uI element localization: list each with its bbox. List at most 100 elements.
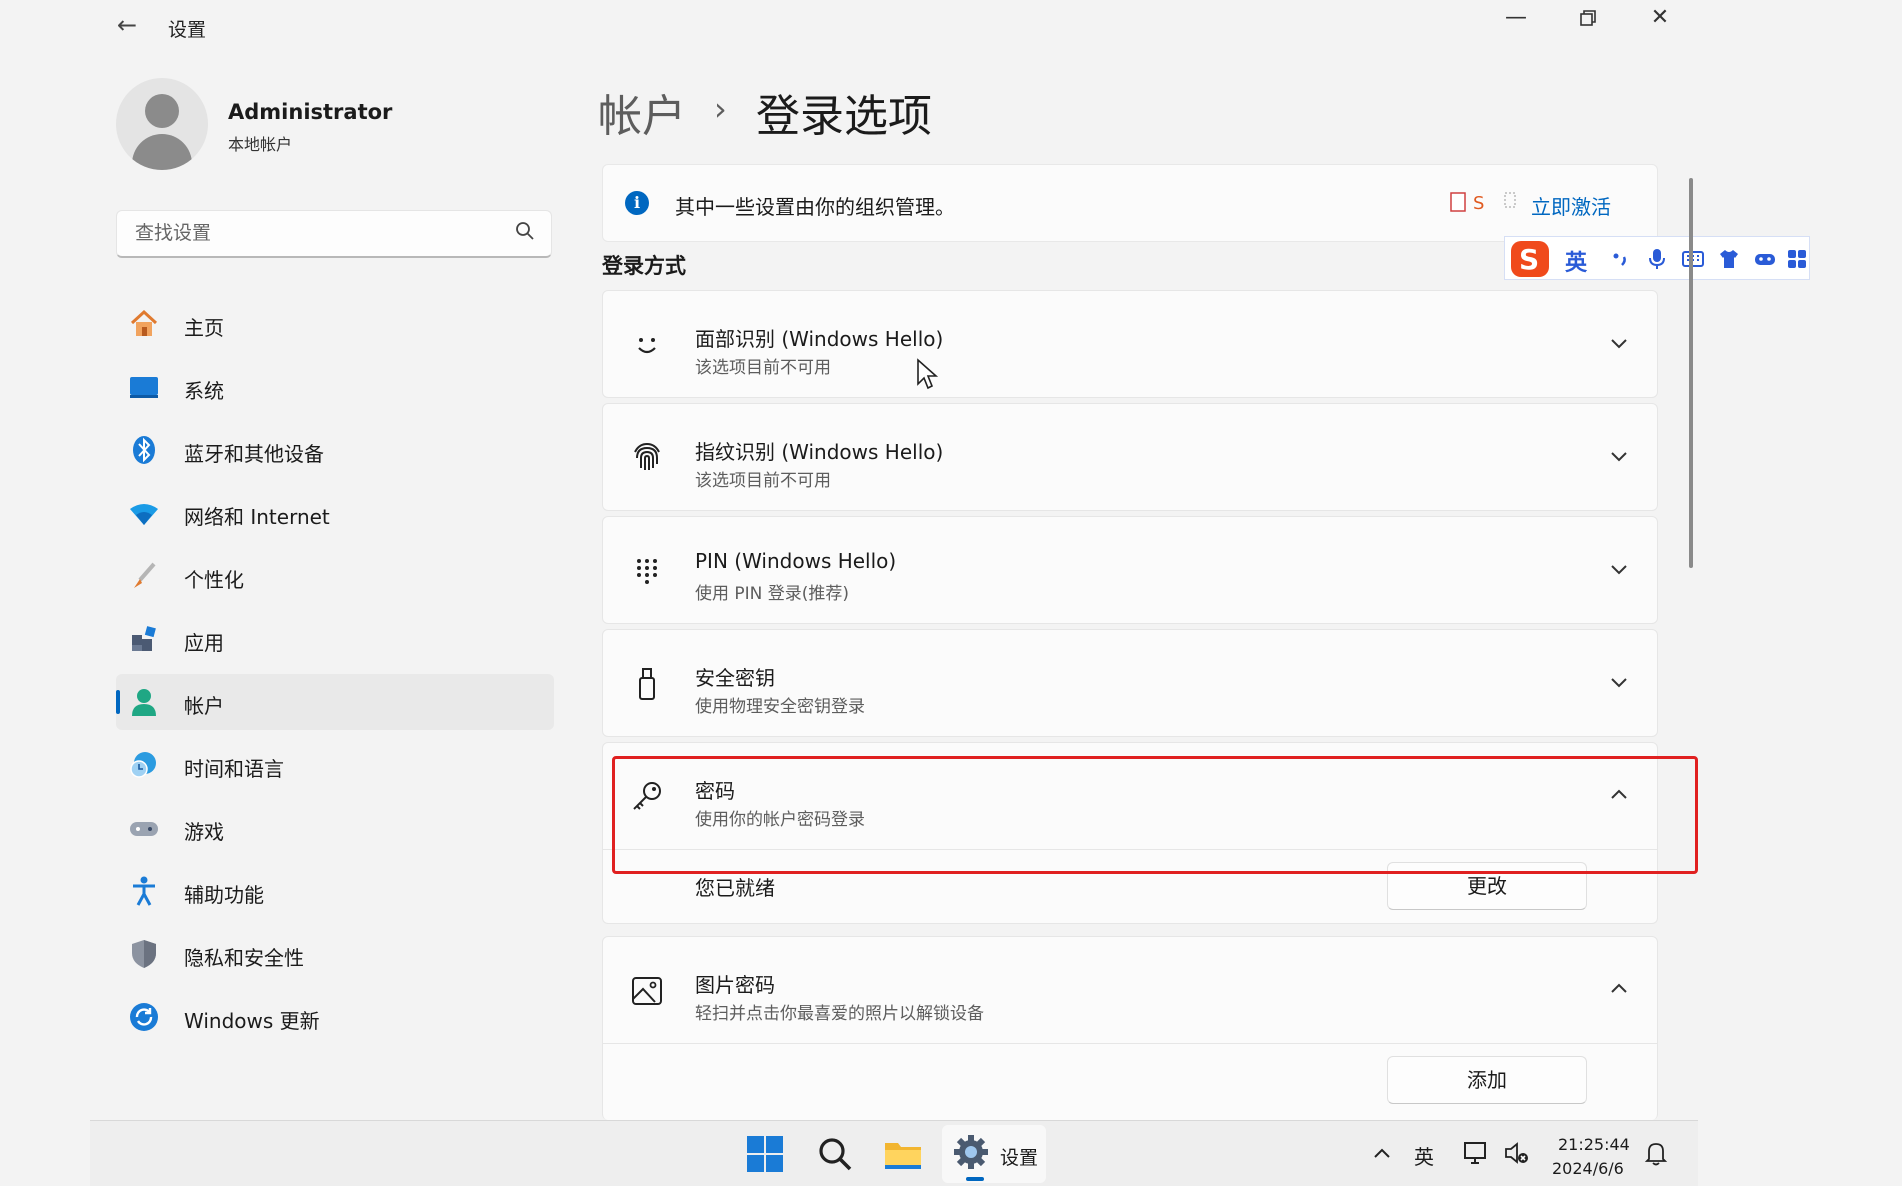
sidebar-item-label: 个性化 (184, 568, 244, 592)
sidebar-item-bluetooth[interactable]: 蓝牙和其他设备 (116, 422, 554, 478)
sidebar-item-label: 帐户 (184, 694, 224, 718)
picture-password-card[interactable]: 图片密码 轻扫并点击你最喜爱的照片以解锁设备 (602, 936, 1658, 1044)
chevron-down-icon[interactable] (1607, 444, 1631, 468)
taskbar-settings-app[interactable]: 设置 (942, 1125, 1046, 1183)
search-icon[interactable] (814, 1133, 856, 1175)
brush-icon (134, 562, 156, 588)
home-icon (130, 309, 158, 336)
punctuation-icon[interactable] (1609, 247, 1633, 271)
option-subtitle: 轻扫并点击你最喜爱的照片以解锁设备 (695, 1004, 984, 1024)
option-title: 安全密钥 (695, 666, 775, 690)
settings-gear-icon (954, 1135, 988, 1169)
sidebar-item-system[interactable]: 系统 (116, 359, 554, 415)
sidebar-item-gaming[interactable]: 游戏 (116, 800, 554, 856)
clock-date[interactable]: 2024/6/6 (1552, 1159, 1624, 1178)
sidebar-item-accounts[interactable]: 帐户 (116, 674, 554, 730)
sidebar-item-label: Windows 更新 (184, 1009, 320, 1033)
breadcrumb-separator: › (714, 90, 727, 128)
page-title: 登录选项 (756, 91, 932, 142)
chevron-down-icon[interactable] (1607, 331, 1631, 355)
app-title: 设置 (168, 19, 207, 41)
system-icon (130, 377, 158, 398)
chevron-up-icon[interactable] (1607, 977, 1631, 1001)
sogou-logo-icon[interactable]: S (1509, 239, 1551, 279)
game-controller-icon[interactable] (1753, 247, 1777, 271)
highlight-box (612, 756, 1698, 874)
shield-icon (132, 940, 156, 968)
sidebar-item-apps[interactable]: 应用 (116, 611, 554, 667)
avatar[interactable] (116, 78, 208, 170)
security-key-card[interactable]: 安全密钥 使用物理安全密钥登录 (602, 629, 1658, 737)
windows-start-icon[interactable] (744, 1133, 786, 1175)
chevron-down-icon[interactable] (1607, 557, 1631, 581)
sidebar-item-label: 游戏 (184, 820, 224, 844)
option-subtitle: 使用物理安全密钥登录 (695, 697, 865, 717)
usb-key-icon (639, 668, 655, 700)
sidebar-item-windows-update[interactable]: Windows 更新 (116, 989, 554, 1045)
info-text: 其中一些设置由你的组织管理。 (675, 195, 955, 219)
ime-language-toggle[interactable]: 英 (1565, 245, 1587, 277)
speaker-muted-icon[interactable] (1502, 1139, 1530, 1167)
microphone-icon[interactable] (1645, 247, 1669, 271)
restore-icon (1580, 10, 1596, 26)
option-title: 图片密码 (695, 973, 775, 997)
notification-bell-icon[interactable] (1642, 1139, 1670, 1167)
face-icon (638, 338, 656, 354)
activate-link[interactable]: 立即激活 (1531, 191, 1611, 220)
password-status-label: 您已就绪 (695, 876, 775, 900)
sidebar-item-label: 时间和语言 (184, 757, 284, 781)
network-monitor-icon[interactable] (1462, 1139, 1490, 1167)
sidebar-item-label: 隐私和安全性 (184, 946, 304, 970)
search-icon[interactable] (515, 221, 535, 243)
wifi-icon (130, 504, 158, 525)
option-title: PIN (Windows Hello) (695, 549, 897, 573)
sidebar-item-time-language[interactable]: 时间和语言 (116, 737, 554, 793)
ime-toolbar[interactable]: S 英 (1504, 236, 1810, 280)
skin-shirt-icon[interactable] (1717, 247, 1741, 271)
sidebar-item-label: 蓝牙和其他设备 (184, 442, 324, 466)
minimize-button[interactable]: — (1498, 4, 1534, 32)
chevron-up-icon[interactable] (1370, 1141, 1394, 1165)
search-input[interactable] (133, 221, 497, 245)
toolbox-grid-icon[interactable] (1785, 247, 1809, 271)
account-type: 本地帐户 (228, 135, 293, 154)
fingerprint-card[interactable]: 指纹识别 (Windows Hello) 该选项目前不可用 (602, 403, 1658, 511)
sidebar-item-accessibility[interactable]: 辅助功能 (116, 863, 554, 919)
scrollbar[interactable] (1689, 178, 1693, 568)
accessibility-icon (133, 876, 155, 906)
search-box[interactable] (116, 210, 552, 258)
input-language-indicator[interactable]: 英 (1414, 1141, 1434, 1170)
user-name: Administrator (228, 100, 393, 124)
add-picture-password-button[interactable]: 添加 (1387, 1056, 1587, 1104)
section-title: 登录方式 (602, 254, 686, 278)
option-subtitle: 使用 PIN 登录(推荐) (695, 584, 850, 604)
keyboard-icon[interactable] (1681, 247, 1705, 271)
info-icon: i (625, 191, 649, 215)
sidebar-item-privacy[interactable]: 隐私和安全性 (116, 926, 554, 982)
taskbar-settings-label: 设置 (1000, 1147, 1039, 1169)
option-title: 面部识别 (Windows Hello) (695, 327, 944, 351)
sidebar-item-home[interactable]: 主页 (116, 296, 554, 352)
running-indicator (966, 1177, 984, 1181)
sidebar-item-personalization[interactable]: 个性化 (116, 548, 554, 604)
apps-icon (132, 626, 156, 651)
managed-info-bar: i 其中一些设置由你的组织管理。 S 立即激活 (602, 164, 1658, 242)
sidebar-item-label: 辅助功能 (184, 883, 264, 907)
close-button[interactable]: ✕ (1642, 4, 1678, 32)
sidebar-item-network[interactable]: 网络和 Internet (116, 485, 554, 541)
breadcrumb-parent[interactable]: 帐户 (598, 80, 686, 144)
sidebar-item-label: 网络和 Internet (184, 505, 330, 529)
face-recognition-card[interactable]: 面部识别 (Windows Hello) 该选项目前不可用 (602, 290, 1658, 398)
file-explorer-icon[interactable] (882, 1133, 924, 1175)
restore-button[interactable] (1570, 4, 1606, 32)
pin-card[interactable]: PIN (Windows Hello) 使用 PIN 登录(推荐) (602, 516, 1658, 624)
floating-tool-icons[interactable]: S (1433, 187, 1533, 217)
fingerprint-icon (634, 442, 660, 470)
clock-time[interactable]: 21:25:44 (1558, 1135, 1630, 1154)
bluetooth-icon (133, 436, 155, 464)
clock-globe-icon (130, 752, 156, 778)
back-arrow-icon[interactable]: ← (114, 12, 140, 38)
chevron-down-icon[interactable] (1607, 670, 1631, 694)
picture-password-details: 添加 (602, 1044, 1658, 1120)
gamepad-icon (130, 822, 158, 836)
